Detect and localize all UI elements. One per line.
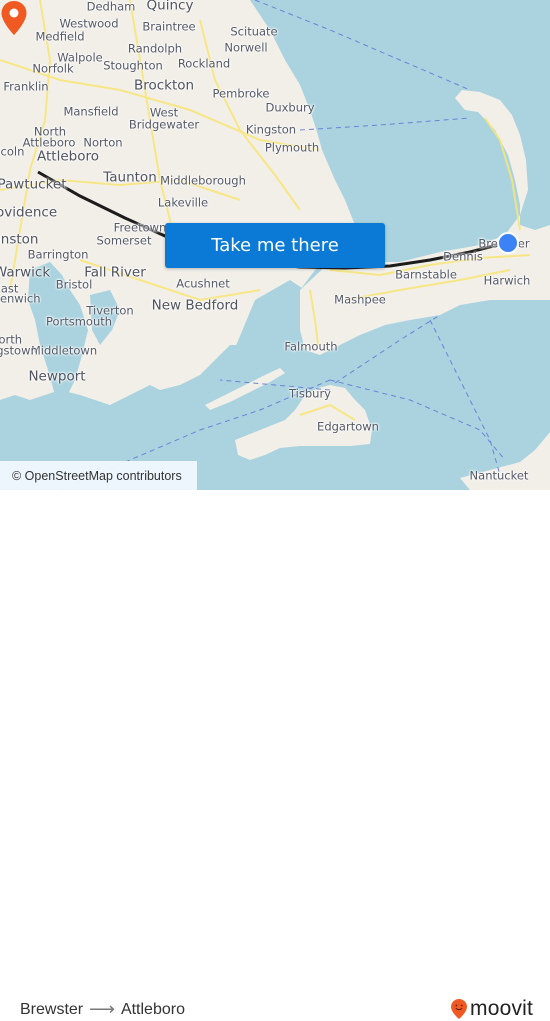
place-label: Middletown: [30, 343, 98, 358]
place-label: Duxbury: [265, 100, 315, 115]
place-label: Plymouth: [264, 140, 320, 155]
map-view[interactable]: Dedham Quincy Westwood Braintree Medfiel…: [0, 0, 550, 490]
place-label: Pembroke: [212, 86, 270, 101]
place-label: Mansfield: [63, 104, 119, 119]
arrow-right-icon: ⟶: [89, 999, 115, 1019]
place-label: Bridgewater: [128, 117, 200, 132]
place-label: Freetown: [113, 220, 167, 235]
place-label: Dennis: [443, 249, 483, 264]
map-attribution[interactable]: © OpenStreetMap contributors: [0, 461, 197, 490]
origin-label: Brewster: [20, 1000, 84, 1018]
destination-pin-icon[interactable]: [0, 0, 28, 36]
place-label: Dedham: [86, 0, 136, 14]
place-label: Providence: [0, 204, 58, 221]
place-label: Attleboro: [37, 148, 99, 165]
place-label: Bristol: [55, 277, 93, 292]
destination-label: Attleboro: [120, 1000, 185, 1018]
place-label: Randolph: [127, 41, 183, 56]
moovit-logo[interactable]: moovit: [450, 997, 533, 1021]
place-label: Pawtucket: [0, 176, 67, 193]
place-label: Middleborough: [160, 173, 246, 188]
place-label: Barnstable: [395, 267, 457, 282]
take-me-there-button[interactable]: Take me there: [165, 223, 385, 268]
place-label: Norton: [83, 135, 123, 150]
place-label: Nantucket: [469, 468, 529, 483]
place-label: Rockland: [177, 56, 231, 71]
place-label: Westwood: [59, 16, 119, 31]
place-label: Falmouth: [284, 339, 338, 354]
place-label: Brockton: [133, 77, 195, 94]
place-label: Franklin: [3, 79, 49, 94]
place-label: Edgartown: [317, 419, 379, 434]
place-label: Attleboro: [22, 135, 76, 150]
place-label: Warwick: [0, 264, 51, 281]
place-label: Braintree: [142, 19, 196, 34]
place-label: Lincoln: [0, 144, 25, 159]
place-label: Portsmouth: [45, 314, 113, 329]
origin-location-marker[interactable]: [497, 232, 519, 254]
place-label: Kingstown: [0, 343, 38, 358]
place-label: Harwich: [483, 273, 531, 288]
place-label: Barrington: [27, 247, 89, 262]
brand-wordmark: moovit: [470, 997, 534, 1020]
place-label: Kingston: [245, 122, 297, 137]
place-label: Lakeville: [157, 195, 209, 210]
place-label: Stoughton: [103, 58, 163, 73]
place-label: Norwell: [224, 40, 268, 55]
place-label: Scituate: [230, 24, 278, 39]
place-label: Somerset: [96, 233, 152, 248]
place-label: New Bedford: [151, 297, 239, 314]
place-label: Quincy: [146, 0, 194, 14]
place-label: Greenwich: [0, 291, 41, 306]
place-label: Newport: [28, 368, 86, 385]
place-label: Medfield: [35, 29, 85, 44]
moovit-pin-icon: [451, 999, 467, 1019]
footer-bar: Brewster ⟶ Attleboro moovit: [0, 490, 550, 1020]
place-label: Norfolk: [32, 61, 74, 76]
route-summary: Brewster ⟶ Attleboro: [20, 999, 185, 1020]
place-label: Tisbury: [289, 386, 331, 401]
place-label: Mashpee: [334, 292, 386, 307]
place-label: Acushnet: [176, 276, 230, 291]
place-label: Cranston: [0, 231, 39, 248]
place-label: Fall River: [84, 264, 146, 281]
place-label: Taunton: [103, 169, 157, 186]
